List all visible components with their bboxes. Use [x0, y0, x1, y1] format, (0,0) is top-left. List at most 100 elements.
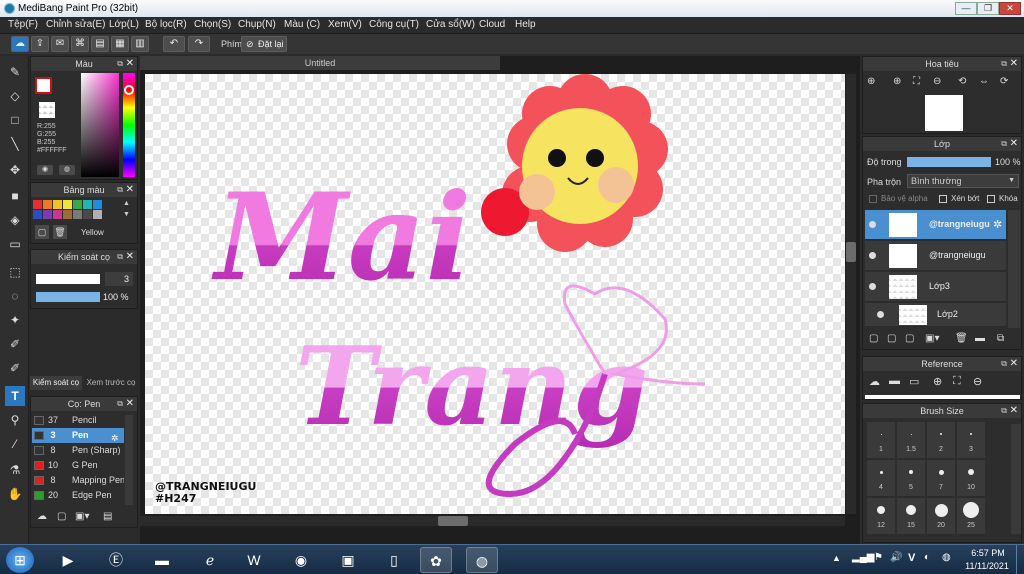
- undo-icon[interactable]: ↶: [163, 36, 185, 52]
- brush-item[interactable]: 8 Pen (Sharp): [32, 443, 124, 458]
- brush-size-cell[interactable]: 15: [897, 498, 925, 534]
- document-icon[interactable]: ▤: [91, 36, 109, 52]
- background-color-swatch[interactable]: [39, 102, 55, 118]
- redo-icon[interactable]: ↷: [188, 36, 210, 52]
- new-palette-icon[interactable]: ▢: [35, 225, 49, 239]
- brush-size-cell[interactable]: 7: [927, 460, 955, 496]
- close-icon[interactable]: ✕: [126, 57, 134, 71]
- palette-swatch[interactable]: [83, 210, 92, 219]
- popout-icon[interactable]: ⧉: [117, 57, 123, 71]
- word-icon[interactable]: W: [238, 547, 270, 573]
- eraser-tool-icon[interactable]: ◇: [5, 86, 25, 106]
- zoom-in-icon[interactable]: ⊕: [867, 76, 875, 87]
- zoom-in-2-icon[interactable]: ⊕: [893, 76, 901, 87]
- brush-size-cell[interactable]: 5: [897, 460, 925, 496]
- select-tool-icon[interactable]: ⬚: [5, 262, 25, 282]
- hue-handle[interactable]: [124, 85, 134, 95]
- saturation-value-picker[interactable]: [81, 73, 119, 177]
- palette-swatch[interactable]: [73, 210, 82, 219]
- palette-swatch[interactable]: [43, 200, 52, 209]
- brush-size-cell[interactable]: 12: [867, 498, 895, 534]
- brush-size-cell[interactable]: 25: [957, 498, 985, 534]
- tray-app-2-icon[interactable]: ◍: [942, 552, 951, 563]
- network-icon[interactable]: ▂▄▆: [852, 552, 874, 563]
- close-button[interactable]: ✕: [999, 2, 1021, 15]
- add-layer-menu-icon[interactable]: ▣▾: [925, 333, 939, 344]
- medibang-icon[interactable]: ✿: [420, 547, 452, 573]
- layer-row-2[interactable]: @trangneiugu: [865, 241, 1006, 271]
- popout-icon[interactable]: ⧉: [1001, 137, 1007, 151]
- blend-mode-select[interactable]: Bình thường ▼: [907, 174, 1019, 188]
- brush-size-cell[interactable]: 3: [957, 422, 985, 458]
- brush-opacity-slider[interactable]: [36, 292, 100, 302]
- palette-swatch[interactable]: [53, 200, 62, 209]
- visibility-icon[interactable]: [869, 221, 876, 228]
- clipping-checkbox[interactable]: [939, 195, 947, 203]
- brush-size-cell[interactable]: 10: [957, 460, 985, 496]
- minimize-button[interactable]: —: [955, 2, 977, 15]
- close-icon[interactable]: ✕: [1010, 357, 1018, 371]
- brush-item[interactable]: 8 Mapping Pen: [32, 473, 124, 488]
- open-folder-icon[interactable]: ▬: [889, 375, 900, 387]
- popout-icon[interactable]: ⧉: [117, 250, 123, 264]
- palette-swatch[interactable]: [63, 210, 72, 219]
- new-brush-icon[interactable]: ▢: [57, 511, 66, 522]
- layer-opacity-slider[interactable]: [907, 157, 991, 167]
- eyedropper-icon[interactable]: ⚗: [5, 460, 25, 480]
- volume-icon[interactable]: 🔊: [890, 552, 902, 563]
- tray-app-icon[interactable]: ◐: [924, 552, 930, 563]
- brush-size-cell[interactable]: 2: [927, 422, 955, 458]
- popout-icon[interactable]: ⧉: [1001, 57, 1007, 71]
- tab-brush-control[interactable]: Kiểm soát cọ: [30, 376, 82, 390]
- close-icon[interactable]: ✕: [126, 397, 134, 411]
- tab-brush-preview[interactable]: Xem trước cọ: [84, 376, 138, 390]
- blank-document-icon[interactable]: ▯: [378, 547, 410, 573]
- palette-down-icon[interactable]: ▼: [123, 211, 130, 218]
- clock-time[interactable]: 6:57 PM: [966, 548, 1010, 558]
- new-layer-icon[interactable]: ▢: [869, 333, 878, 344]
- close-icon[interactable]: ✕: [1010, 137, 1018, 151]
- magic-wand-icon[interactable]: ✦: [5, 310, 25, 330]
- zoom-in-icon[interactable]: ⊕: [933, 375, 942, 388]
- menu-select[interactable]: Chọn(S): [194, 19, 231, 30]
- fill-tool-icon[interactable]: ■: [5, 186, 25, 206]
- fit-icon[interactable]: ⛶: [953, 375, 961, 388]
- foreground-color-swatch[interactable]: [35, 77, 52, 94]
- tray-expand-icon[interactable]: ▲: [832, 553, 841, 563]
- vertical-scrollbar[interactable]: [846, 74, 856, 514]
- delete-layer-icon[interactable]: 🗑: [955, 333, 968, 344]
- visibility-icon[interactable]: [869, 252, 876, 259]
- popout-icon[interactable]: ⧉: [117, 183, 123, 197]
- brush-item[interactable]: 37 Pencil: [32, 413, 124, 428]
- select-pen-icon[interactable]: ✐: [5, 334, 25, 354]
- rotate-right-icon[interactable]: ⟳: [1000, 76, 1008, 87]
- menu-window[interactable]: Cửa sổ(W): [426, 19, 475, 30]
- zoom-app-icon[interactable]: ▣: [332, 547, 364, 573]
- hue-slider[interactable]: [123, 73, 135, 177]
- folder-icon[interactable]: ▬: [975, 333, 985, 344]
- drawing-canvas[interactable]: Mai Trang @TRANGNEIUGU #H247: [145, 74, 845, 514]
- vertical-scroll-thumb[interactable]: [846, 242, 856, 262]
- protect-alpha-checkbox[interactable]: [869, 195, 877, 203]
- menu-cloud[interactable]: Cloud: [479, 19, 505, 30]
- palette-swatch[interactable]: [33, 210, 42, 219]
- language-indicator[interactable]: V: [908, 552, 915, 564]
- popout-icon[interactable]: ⧉: [117, 397, 123, 411]
- start-button[interactable]: ⊞: [6, 547, 34, 573]
- share-icon[interactable]: ⌘: [71, 36, 89, 52]
- operation-tool-icon[interactable]: ⚲: [5, 410, 25, 430]
- bucket-tool-icon[interactable]: ◈: [5, 210, 25, 230]
- popout-icon[interactable]: ⧉: [1001, 404, 1007, 418]
- menu-layer[interactable]: Lớp(L): [109, 19, 139, 30]
- delete-palette-icon[interactable]: 🗑: [53, 225, 67, 239]
- horizontal-scroll-thumb[interactable]: [438, 516, 468, 526]
- close-icon[interactable]: ✕: [1010, 57, 1018, 71]
- new-layer-2-icon[interactable]: ▢: [887, 333, 896, 344]
- flag-icon[interactable]: ⚑: [874, 552, 883, 563]
- layer-opacity-value[interactable]: 100 %: [995, 157, 1021, 167]
- upload-icon[interactable]: ⇪: [31, 36, 49, 52]
- palette-swatch[interactable]: [73, 200, 82, 209]
- brush-list-scrollbar[interactable]: [125, 415, 133, 505]
- internet-explorer-icon[interactable]: ℯ: [194, 547, 226, 573]
- lock-checkbox[interactable]: [987, 195, 995, 203]
